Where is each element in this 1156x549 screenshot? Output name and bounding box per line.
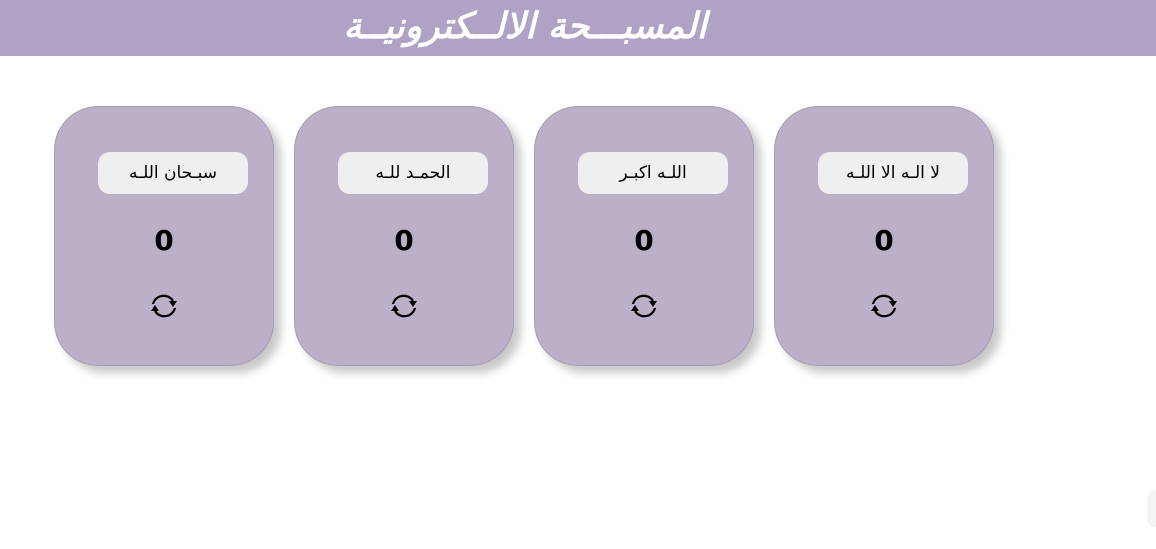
tasbeeh-button-subhanallah[interactable]: سبـحان اللـه bbox=[98, 152, 248, 194]
counter-value: 0 bbox=[634, 224, 654, 257]
reset-button[interactable] bbox=[387, 289, 421, 323]
tasbeeh-card-alhamdulillah: الحمـد للـه 0 bbox=[294, 106, 514, 366]
refresh-icon bbox=[871, 294, 897, 318]
tasbeeh-card-allahuakbar: اللـه اكبـر 0 bbox=[534, 106, 754, 366]
header-bar: المسبـــحة الالــكترونيــة bbox=[0, 0, 1156, 56]
reset-button[interactable] bbox=[627, 289, 661, 323]
scroll-handle[interactable] bbox=[1150, 492, 1156, 526]
refresh-icon bbox=[391, 294, 417, 318]
reset-button[interactable] bbox=[147, 289, 181, 323]
refresh-icon bbox=[151, 294, 177, 318]
tasbeeh-button-alhamdulillah[interactable]: الحمـد للـه bbox=[338, 152, 488, 194]
reset-button[interactable] bbox=[867, 289, 901, 323]
page-title: المسبـــحة الالــكترونيــة bbox=[343, 6, 707, 47]
counter-value: 0 bbox=[394, 224, 414, 257]
counter-value: 0 bbox=[154, 224, 174, 257]
tasbeeh-card-subhanallah: سبـحان اللـه 0 bbox=[54, 106, 274, 366]
refresh-icon bbox=[631, 294, 657, 318]
tasbeeh-button-allahuakbar[interactable]: اللـه اكبـر bbox=[578, 152, 728, 194]
counter-value: 0 bbox=[874, 224, 894, 257]
tasbeeh-button-la-ilaha-illallah[interactable]: لا الـه الا اللـه bbox=[818, 152, 968, 194]
tasbeeh-card-la-ilaha-illallah: لا الـه الا اللـه 0 bbox=[774, 106, 994, 366]
